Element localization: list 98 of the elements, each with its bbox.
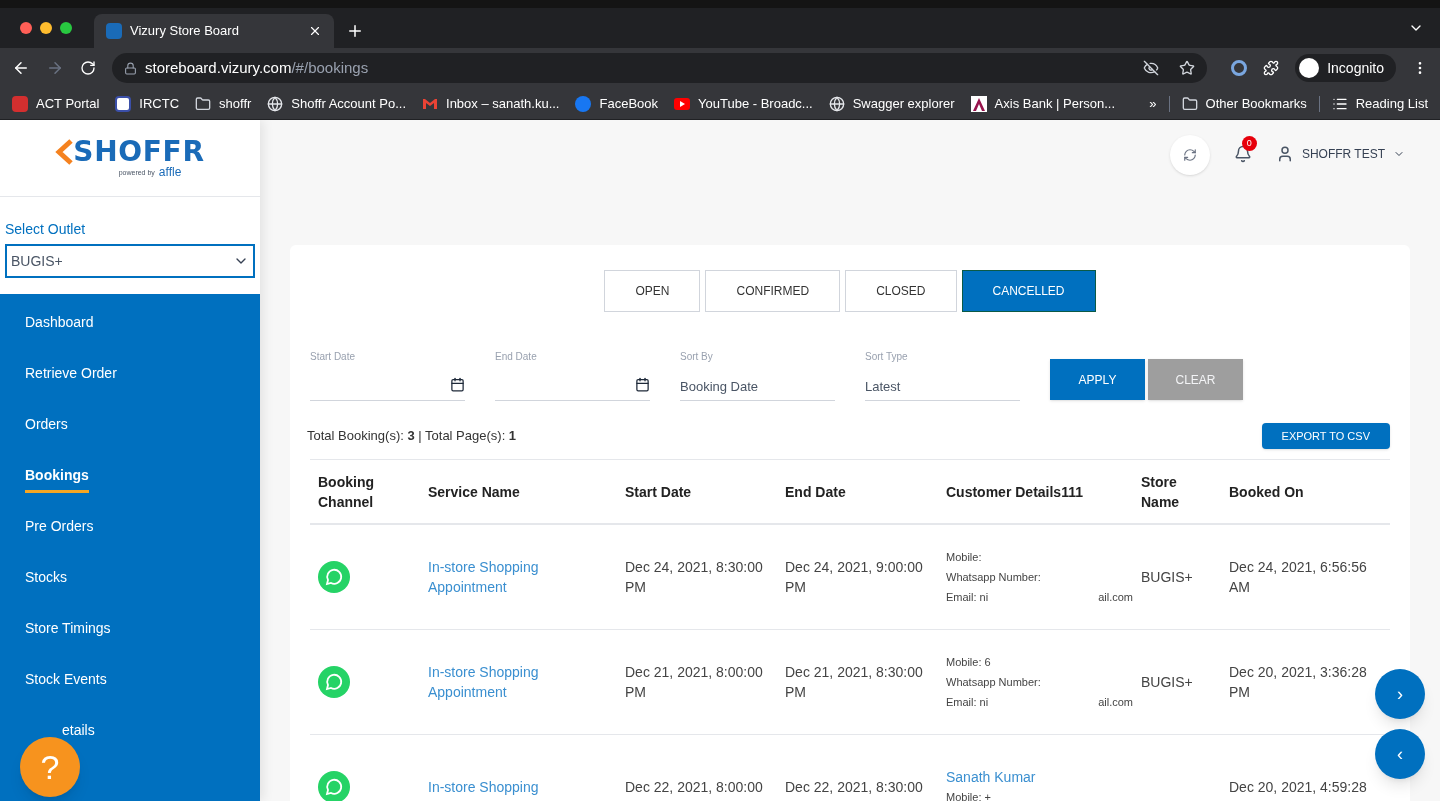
- select-field[interactable]: Sort By Booking Date: [680, 349, 835, 401]
- bookmark-item[interactable]: IRCTC: [115, 93, 180, 114]
- folder-icon: [195, 95, 212, 112]
- table-cell-text: Dec 20, 2021, 3:36:28 PM: [1229, 663, 1368, 702]
- forward-icon[interactable]: [46, 59, 64, 77]
- table-cell: BUGIS+: [1141, 568, 1193, 585]
- customer-detail: Email: ni: [946, 695, 989, 710]
- address-bar[interactable]: storeboard.vizury.com/#/bookings: [112, 53, 1208, 83]
- service-link[interactable]: In-store Shopping Appointment: [428, 662, 601, 702]
- summary-text: Total Booking(s): 3 | Total Page(s): 1: [307, 427, 517, 446]
- bookmark-item[interactable]: shoffr: [195, 93, 252, 114]
- user-menu[interactable]: SHOFFR TEST: [1275, 145, 1405, 163]
- sidebar-item[interactable]: Stocks: [25, 567, 67, 592]
- outlet-label: Select Outlet: [5, 220, 87, 239]
- table-cell-text: Dec 22, 2021, 8:00:00: [625, 778, 764, 797]
- status-tab[interactable]: CANCELLED: [961, 270, 1096, 312]
- globe-icon: [828, 95, 845, 112]
- column-header: Start Date: [625, 482, 693, 502]
- extension-icon[interactable]: [1231, 60, 1248, 76]
- logo-text: SHOFFR: [73, 138, 205, 166]
- table-cell-text: Dec 22, 2021, 8:30:00: [785, 778, 924, 797]
- bookmark-item[interactable]: YouTube - Broadc...: [674, 93, 813, 114]
- profile-button[interactable]: Incognito: [1295, 54, 1396, 82]
- sidebar-item[interactable]: Store Timings: [25, 618, 111, 643]
- extensions-icon[interactable]: [1263, 60, 1280, 76]
- table-cell-text: Dec 24, 2021, 6:56:56 AM: [1229, 558, 1368, 597]
- close-window-icon[interactable]: [20, 22, 32, 34]
- play-icon: [674, 97, 691, 110]
- reload-icon[interactable]: [80, 60, 96, 76]
- customer-name-link[interactable]: Sanath Kumar: [946, 767, 1141, 787]
- table-cell: BUGIS+: [1141, 673, 1193, 690]
- back-icon[interactable]: [12, 59, 30, 77]
- column-header: Service Name: [428, 482, 521, 502]
- lock-icon: [124, 61, 137, 75]
- sidebar-item[interactable]: Retrieve Order: [25, 363, 117, 388]
- status-tab[interactable]: OPEN: [604, 270, 701, 312]
- outlet-select[interactable]: BUGIS+: [5, 244, 255, 278]
- calendar-icon: [635, 377, 650, 392]
- sidebar-item[interactable]: Orders: [25, 414, 68, 439]
- table-cell-text: Dec 21, 2021, 8:30:00 PM: [785, 663, 924, 702]
- service-link[interactable]: In-store Shopping: [428, 777, 601, 797]
- bookmark-item[interactable]: ACT Portal: [12, 93, 100, 114]
- bookmark-item[interactable]: FaceBook: [575, 93, 659, 114]
- customer-detail: Whatsapp Number:: [946, 570, 1041, 585]
- status-tab[interactable]: CLOSED: [845, 270, 957, 312]
- export-button[interactable]: EXPORT TO CSV: [1261, 423, 1390, 449]
- eye-off-icon[interactable]: [1143, 60, 1160, 76]
- logo-brand: affle: [158, 166, 182, 178]
- whatsapp-icon: [318, 666, 350, 698]
- table-cell-text: Dec 24, 2021, 8:30:00 PM: [625, 558, 764, 597]
- column-header: Booking Channel: [317, 472, 375, 512]
- bank-logo-icon: [970, 95, 987, 112]
- apply-button[interactable]: APPLY: [1050, 359, 1145, 400]
- customer-detail: Mobile: 6: [946, 655, 991, 670]
- folder-icon: [1181, 95, 1198, 112]
- select-field[interactable]: Sort Type Latest: [865, 349, 1020, 401]
- bookmark-item[interactable]: Axis Bank | Person...: [970, 93, 1116, 114]
- customer-detail: Whatsapp Number:: [946, 675, 1041, 690]
- customer-detail: ail.com: [1098, 590, 1133, 605]
- customer-detail: ail.com: [1098, 695, 1133, 710]
- whatsapp-icon: [318, 561, 350, 593]
- column-header: Booked On: [1229, 482, 1305, 502]
- column-header: Customer Details111: [946, 482, 1084, 502]
- notification-badge: 0: [1241, 136, 1257, 151]
- logo-chevron-icon: [55, 139, 74, 165]
- mail-icon: [422, 97, 438, 110]
- url-text: storeboard.vizury.com/#/bookings: [145, 57, 370, 78]
- globe-icon: [267, 95, 284, 112]
- sidebar-item[interactable]: Dashboard: [25, 312, 94, 337]
- column-header: End Date: [785, 482, 847, 502]
- bookmark-item[interactable]: Swagger explorer: [828, 93, 955, 114]
- maximize-window-icon[interactable]: [60, 22, 72, 34]
- customer-detail: Mobile:: [946, 550, 982, 565]
- table-cell-text: Dec 20, 2021, 4:59:28: [1229, 778, 1368, 797]
- refresh-icon: [1182, 148, 1197, 162]
- tab-title: Vizury Store Board: [130, 22, 240, 41]
- customer-detail: Email: ni: [946, 590, 989, 605]
- column-header: Store Name: [1141, 472, 1181, 512]
- table-cell-text: Dec 21, 2021, 8:00:00 PM: [625, 663, 764, 702]
- table-cell-text: Dec 24, 2021, 9:00:00 PM: [785, 558, 924, 597]
- status-tab[interactable]: CONFIRMED: [705, 270, 841, 312]
- service-link[interactable]: In-store Shopping Appointment: [428, 557, 601, 597]
- reading-list-item[interactable]: Reading List: [1331, 93, 1428, 114]
- notification-icon[interactable]: [1233, 145, 1252, 163]
- bookmark-item[interactable]: Shoffr Account Po...: [267, 93, 406, 114]
- new-tab-icon[interactable]: [346, 22, 364, 40]
- sidebar-item[interactable]: Pre Orders: [25, 516, 94, 541]
- sidebar-item[interactable]: Stock Events: [25, 669, 107, 694]
- bookmark-star-icon[interactable]: [1179, 60, 1196, 76]
- sidebar-item[interactable]: Bookings: [25, 465, 89, 493]
- more-bookmarks-button[interactable]: »: [1149, 93, 1157, 114]
- minimize-window-icon[interactable]: [40, 22, 52, 34]
- close-tab-icon[interactable]: [308, 24, 322, 38]
- calendar-icon: [450, 377, 465, 392]
- customer-detail: Mobile: +: [946, 790, 991, 801]
- other-bookmarks-item[interactable]: Other Bookmarks: [1181, 93, 1307, 114]
- bookmark-item[interactable]: Inbox – sanath.ku...: [422, 93, 560, 114]
- browser-tab[interactable]: Vizury Store Board: [94, 14, 334, 48]
